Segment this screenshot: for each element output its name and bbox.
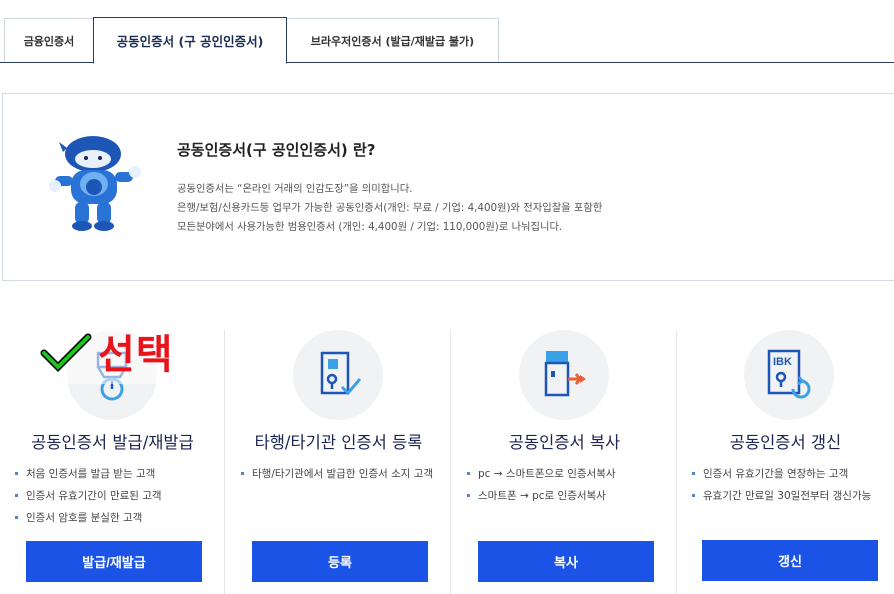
tab-financial-certificate[interactable]: 금융인증서 — [4, 18, 94, 63]
card-title: 공동인증서 복사 — [508, 433, 621, 452]
renew-icon-circle: IBK — [744, 330, 834, 420]
copy-button[interactable]: 복사 — [478, 541, 654, 582]
intro-line: 모든분야에서 사용가능한 범용인증서 (개인: 4,400원 / 기업: 110… — [177, 221, 563, 233]
list-item: 타행/타기관에서 발급한 인증서 소지 고객 — [240, 466, 445, 482]
card-renew: IBK 공동인증서 갱신 인증서 유효기간을 연장하는 고객 유효기간 만료일 … — [677, 330, 894, 594]
intro-line: 공동인증서는 “온라인 거래의 인감도장”을 의미합니다. — [177, 183, 413, 195]
list-item: 인증서 유효기간을 연장하는 고객 — [691, 466, 891, 482]
card-copy: 공동인증서 복사 pc → 스마트폰으로 인증서복사 스마트폰 → pc로 인증… — [452, 330, 677, 594]
list-item: 스마트폰 → pc로 인증서복사 — [466, 488, 671, 504]
card-register: 타행/타기관 인증서 등록 타행/타기관에서 발급한 인증서 소지 고객 등록 — [226, 330, 451, 594]
selection-label: 선택 — [98, 332, 174, 378]
issue-reissue-button[interactable]: 발급/재발급 — [26, 541, 202, 582]
tab-joint-certificate[interactable]: 공동인증서 (구 공인인증서) — [93, 17, 287, 64]
list-item: 처음 인증서를 발급 받는 고객 — [14, 466, 219, 482]
intro-line: 은행/보험/신용카드등 업무가 가능한 공동인증서(개인: 무료 / 기업: 4… — [177, 202, 603, 214]
intro-panel: 공동인증서(구 공인인증서) 란? 공동인증서는 “온라인 거래의 인감도장”을… — [2, 93, 894, 281]
intro-title: 공동인증서(구 공인인증서) 란? — [177, 141, 376, 159]
card-bullet-list: 타행/타기관에서 발급한 인증서 소지 고객 — [240, 466, 445, 488]
register-button[interactable]: 등록 — [252, 541, 428, 582]
intro-description: 공동인증서는 “온라인 거래의 인감도장”을 의미합니다. 은행/보험/신용카드… — [177, 180, 602, 237]
certificate-tabs: 금융인증서 공동인증서 (구 공인인증서) 브라우저인증서 (발급/재발급 불가… — [0, 0, 894, 64]
certificate-register-icon — [320, 351, 362, 396]
card-title: 공동인증서 갱신 — [729, 433, 842, 452]
card-bullet-list: pc → 스마트폰으로 인증서복사 스마트폰 → pc로 인증서복사 — [466, 466, 671, 510]
card-divider — [450, 330, 451, 594]
tab-browser-certificate[interactable]: 브라우저인증서 (발급/재발급 불가) — [286, 18, 499, 63]
list-item: 인증서 유효기간이 만료된 고객 — [14, 488, 219, 504]
list-item: 유효기간 만료일 30일전부터 갱신가능 — [691, 488, 891, 504]
mascot-character-icon — [49, 136, 141, 231]
certificate-renew-icon: IBK — [767, 349, 811, 399]
card-divider — [224, 330, 225, 594]
ibk-icon-label: IBK — [773, 356, 792, 368]
list-item: pc → 스마트폰으로 인증서복사 — [466, 466, 671, 482]
card-bullet-list: 처음 인증서를 발급 받는 고객 인증서 유효기간이 만료된 고객 인증서 암호… — [14, 466, 219, 532]
checkmark-icon — [40, 333, 92, 372]
renew-button[interactable]: 갱신 — [702, 540, 878, 581]
card-title: 타행/타기관 인증서 등록 — [254, 433, 423, 452]
list-item: 인증서 암호를 분실한 고객 — [14, 510, 219, 526]
copy-icon-circle — [519, 330, 609, 420]
register-icon-circle — [293, 330, 383, 420]
card-title: 공동인증서 발급/재발급 — [31, 433, 194, 452]
card-bullet-list: 인증서 유효기간을 연장하는 고객 유효기간 만료일 30일전부터 갱신가능 — [691, 466, 891, 510]
certificate-copy-icon — [544, 351, 586, 397]
